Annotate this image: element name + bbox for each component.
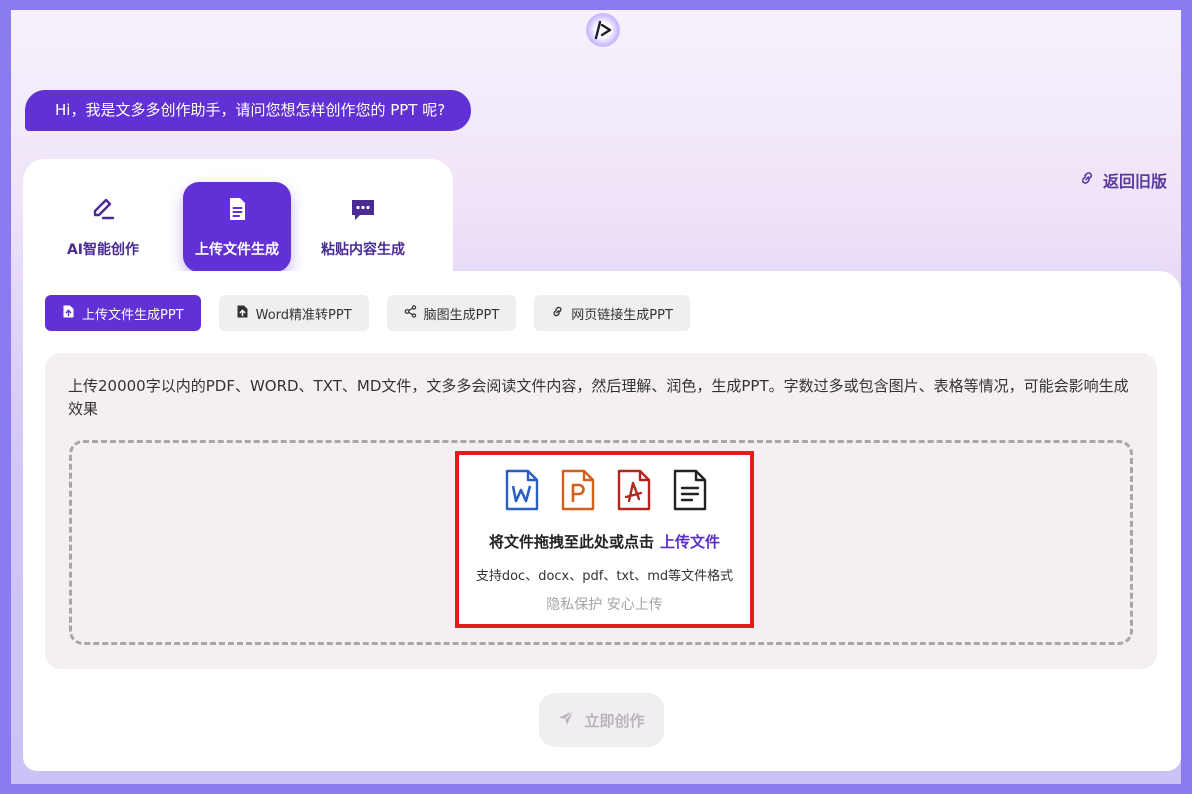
file-type-icons [505,469,707,515]
subtab-label: 脑图生成PPT [423,307,500,323]
app-frame: Hi，我是文多多创作助手，请问您想怎样创作您的 PPT 呢? 返回旧版 AI智能… [11,10,1181,784]
file-upload-icon [62,305,75,322]
link-icon [551,305,564,322]
logo-icon [586,13,620,47]
pen-icon [89,195,117,227]
tab-paste-content[interactable]: 粘贴内容生成 [309,182,417,272]
tab-label: AI智能创作 [66,242,140,258]
tab-ai-create[interactable]: AI智能创作 [49,182,157,272]
drop-instruction: 将文件拖拽至此处或点击 上传文件 [459,531,750,552]
subtab-bar: 上传文件生成PPT Word精准转PPT 脑图生成PPT 网页链接生成PPT [45,295,690,331]
text-file-icon [673,469,707,515]
drop-text: 将文件拖拽至此处或点击 [488,533,654,551]
subtab-word-to-ppt[interactable]: Word精准转PPT [218,295,369,331]
upload-description: 上传20000字以内的PDF、WORD、TXT、MD文件，文多多会阅读文件内容，… [68,377,1129,418]
send-icon [558,710,574,730]
assistant-greeting: Hi，我是文多多创作助手，请问您想怎样创作您的 PPT 呢? [25,90,472,131]
document-icon [223,195,251,227]
upload-file-link[interactable]: 上传文件 [660,533,720,551]
chat-icon [349,195,377,227]
privacy-note: 隐私保护 安心上传 [546,597,663,613]
upload-prompt-box[interactable]: 将文件拖拽至此处或点击 上传文件 支持doc、docx、pdf、txt、md等文件… [455,451,754,628]
subtab-web-link-ppt[interactable]: 网页链接生成PPT [534,295,690,331]
subtab-upload-file-ppt[interactable]: 上传文件生成PPT [45,295,201,331]
subtab-mindmap-ppt[interactable]: 脑图生成PPT [386,295,517,331]
ppt-file-icon [561,469,595,515]
upload-area: 上传20000字以内的PDF、WORD、TXT、MD文件，文多多会阅读文件内容，… [45,353,1157,669]
mindmap-icon [404,304,417,322]
word-file-icon [505,469,539,515]
supported-formats: 支持doc、docx、pdf、txt、md等文件格式 [475,569,734,584]
create-button-label: 立即创作 [584,711,645,730]
subtab-label: 网页链接生成PPT [571,307,673,323]
subtab-label: Word精准转PPT [255,307,352,323]
link-icon [1079,170,1095,190]
mode-tabs-panel: AI智能创作 上传文件生成 粘贴内容生成 [23,159,453,289]
file-upload-icon [236,305,249,322]
tab-label: 上传文件生成 [195,242,279,258]
content-panel: 上传文件生成PPT Word精准转PPT 脑图生成PPT 网页链接生成PPT 上… [23,271,1181,771]
pdf-file-icon [617,469,651,515]
back-to-old-version-link[interactable]: 返回旧版 [1079,168,1167,192]
subtab-label: 上传文件生成PPT [82,307,184,323]
tab-label: 粘贴内容生成 [321,242,405,258]
create-now-button[interactable]: 立即创作 [539,693,664,747]
back-link-label: 返回旧版 [1102,172,1167,191]
tab-upload-file[interactable]: 上传文件生成 [183,182,291,272]
file-dropzone[interactable]: 将文件拖拽至此处或点击 上传文件 支持doc、docx、pdf、txt、md等文件… [69,440,1133,645]
